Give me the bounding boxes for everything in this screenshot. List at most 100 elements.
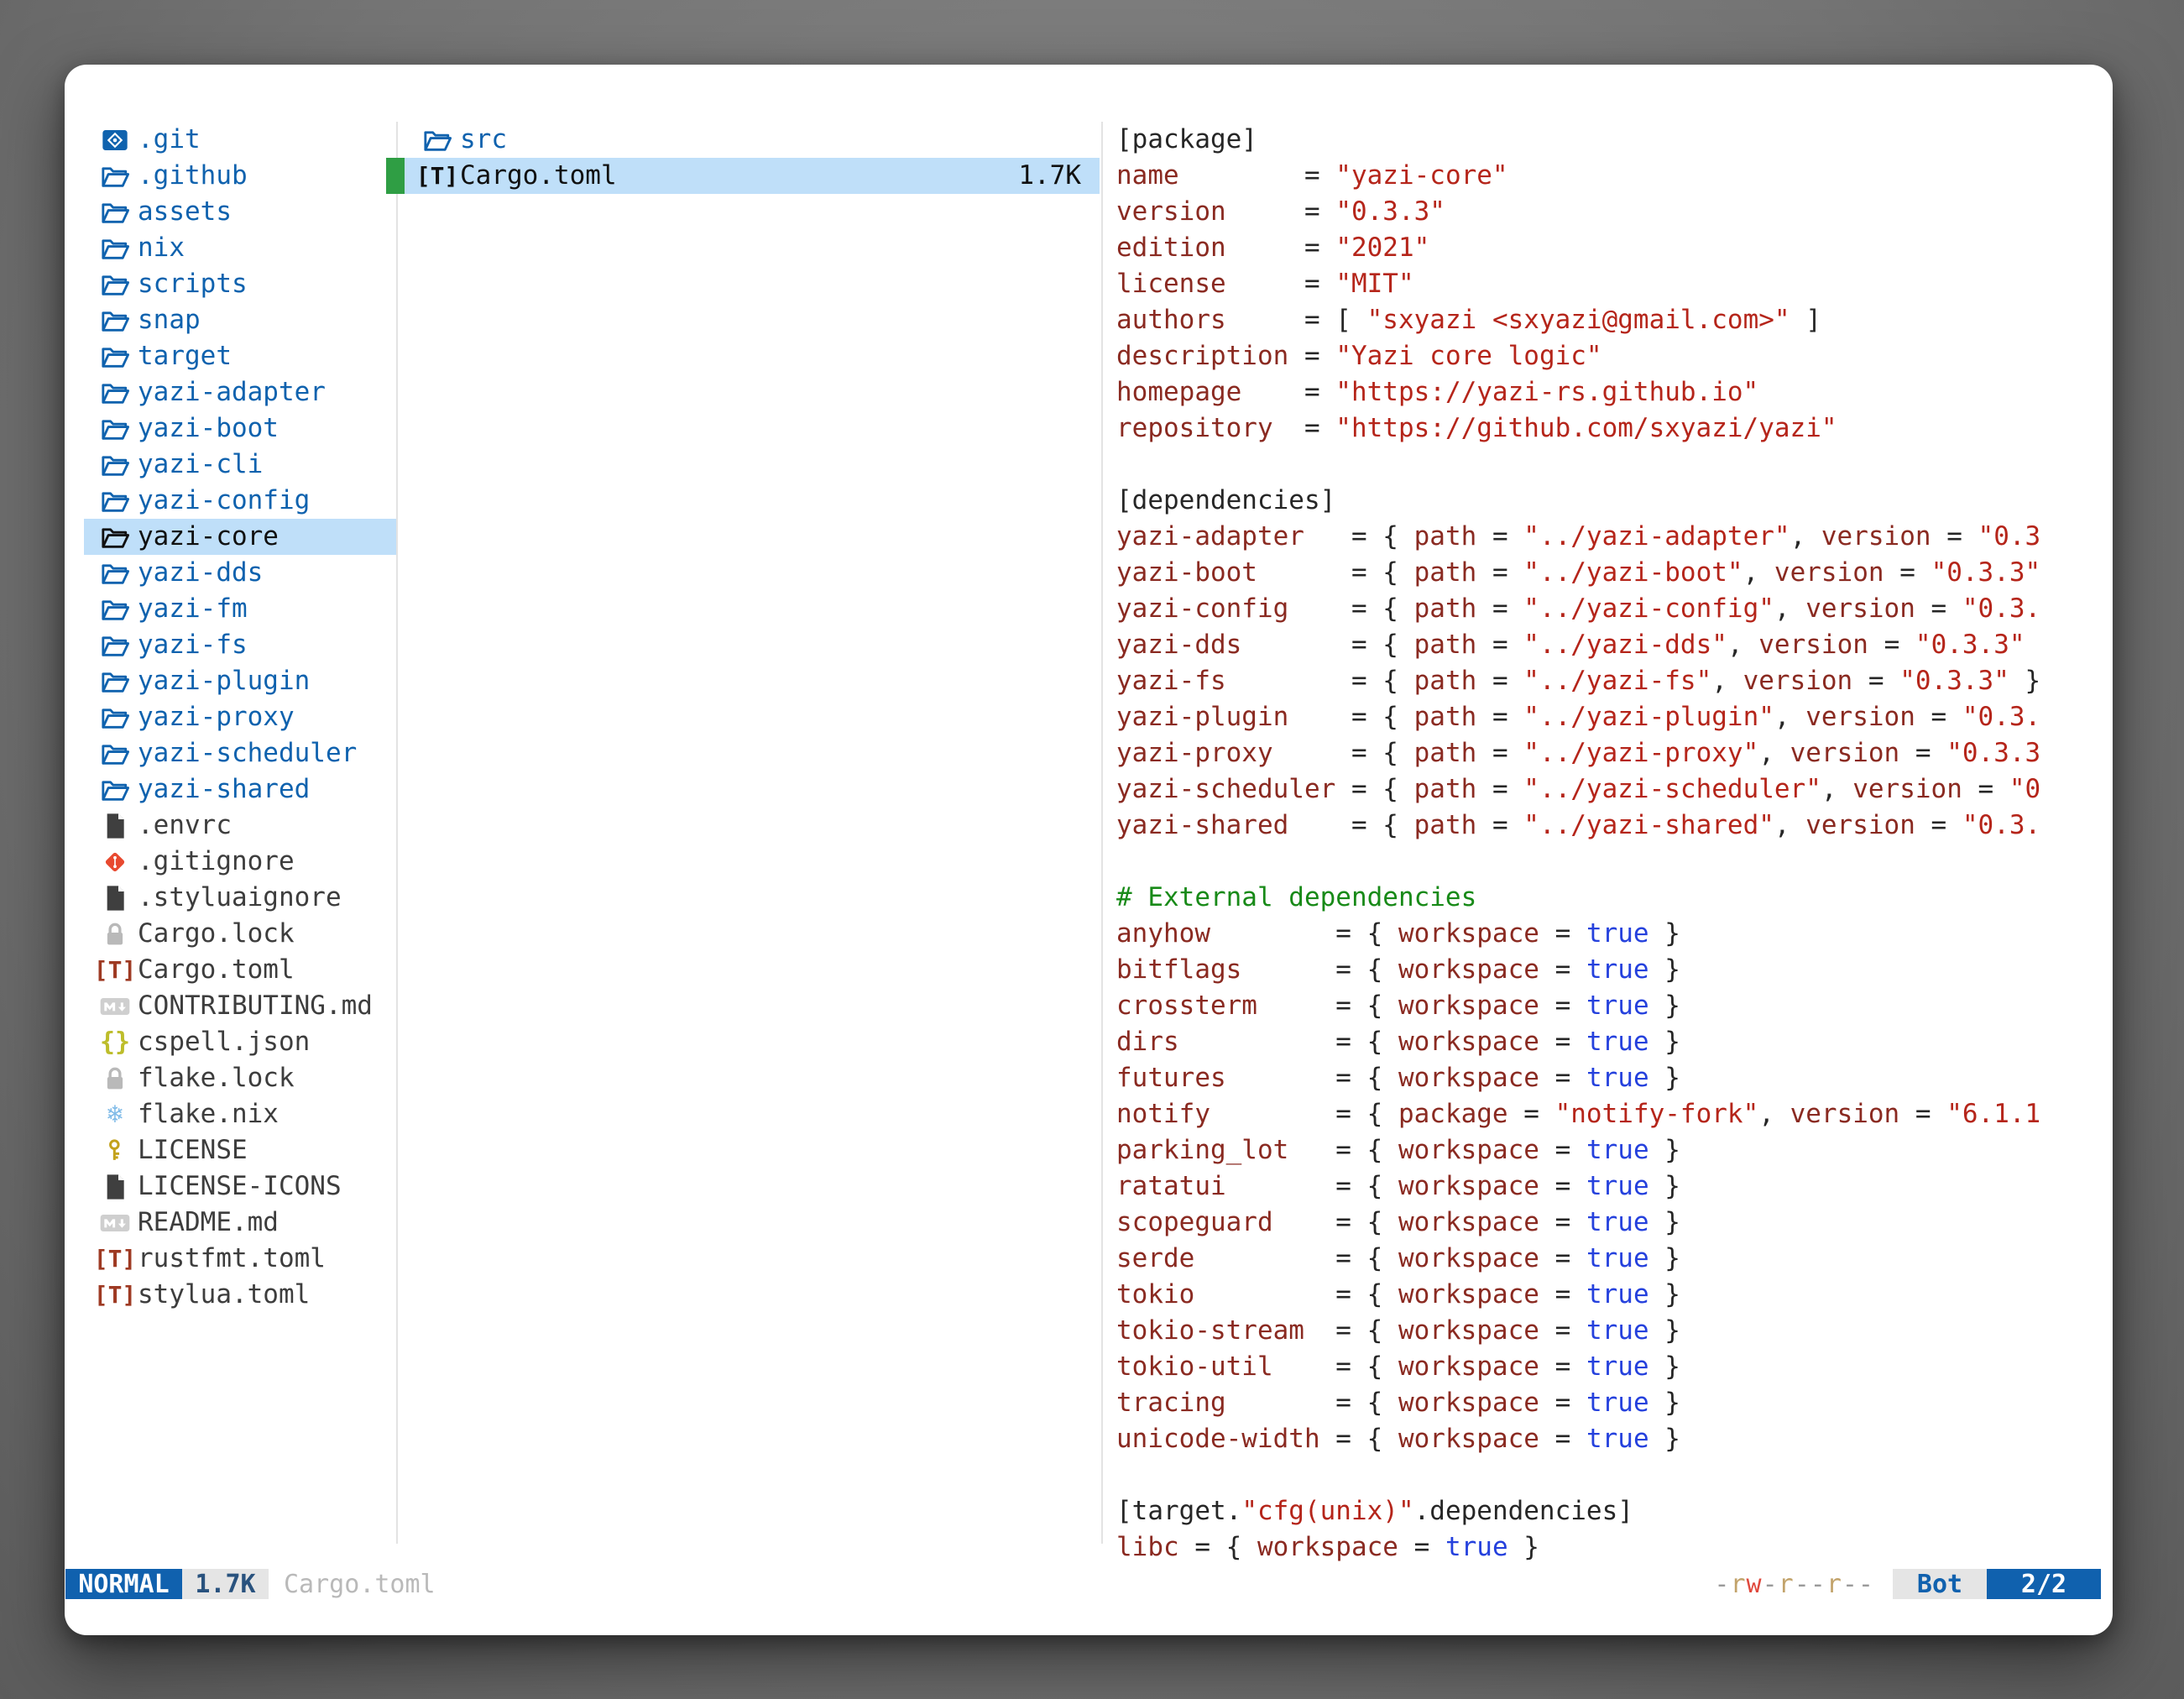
file-name: yazi-dds xyxy=(138,555,263,591)
preview-line: yazi-proxy = { path = "../yazi-proxy", v… xyxy=(1116,735,2105,771)
preview-blank-line xyxy=(1116,447,2105,483)
mode-indicator: NORMAL xyxy=(65,1569,182,1599)
parent-item-LICENSE[interactable]: LICENSE xyxy=(84,1132,396,1168)
folder-open-icon xyxy=(99,774,131,806)
file-name: .github xyxy=(138,158,248,194)
preview-line: anyhow = { workspace = true } xyxy=(1116,916,2105,952)
file-name: yazi-cli xyxy=(138,447,263,483)
preview-line: repository = "https://github.com/sxyazi/… xyxy=(1116,410,2105,447)
md-icon xyxy=(99,1207,131,1239)
folder-open-icon xyxy=(99,196,131,228)
preview-line: # External dependencies xyxy=(1116,880,2105,916)
preview-line: tracing = { workspace = true } xyxy=(1116,1385,2105,1421)
parent-item-Cargo.toml[interactable]: [T]Cargo.toml xyxy=(84,952,396,988)
scroll-position-indicator: Bot xyxy=(1893,1569,1987,1599)
preview-line: futures = { workspace = true } xyxy=(1116,1060,2105,1096)
file-name: yazi-adapter xyxy=(138,374,326,410)
parent-item-yazi-fm[interactable]: yazi-fm xyxy=(84,591,396,627)
parent-item-.envrc[interactable]: .envrc xyxy=(84,808,396,844)
file-size-indicator: 1.7K xyxy=(182,1569,269,1599)
preview-line: yazi-config = { path = "../yazi-config",… xyxy=(1116,591,2105,627)
file-name: nix xyxy=(138,230,185,266)
parent-item-Cargo.lock[interactable]: Cargo.lock xyxy=(84,916,396,952)
preview-line: yazi-dds = { path = "../yazi-dds", versi… xyxy=(1116,627,2105,663)
current-item-Cargo.toml[interactable]: [T]Cargo.toml1.7K xyxy=(386,158,1100,194)
preview-line: tokio-stream = { workspace = true } xyxy=(1116,1313,2105,1349)
parent-item-README.md[interactable]: README.md xyxy=(84,1205,396,1241)
cursor-marker xyxy=(386,158,405,194)
preview-line: [dependencies] xyxy=(1116,483,2105,519)
file-name: Cargo.toml xyxy=(460,158,617,194)
file-name: .styluaignore xyxy=(138,880,342,916)
preview-line: dirs = { workspace = true } xyxy=(1116,1024,2105,1060)
preview-line: [target."cfg(unix)".dependencies] xyxy=(1116,1493,2105,1529)
file-name: snap xyxy=(138,302,201,338)
parent-item-yazi-config[interactable]: yazi-config xyxy=(84,483,396,519)
preview-line: version = "0.3.3" xyxy=(1116,194,2105,230)
current-item-src[interactable]: src xyxy=(386,122,1100,158)
parent-item-yazi-dds[interactable]: yazi-dds xyxy=(84,555,396,591)
file-preview-pane[interactable]: [package]name = "yazi-core"version = "0.… xyxy=(1116,122,2105,1566)
parent-item-scripts[interactable]: scripts xyxy=(84,266,396,302)
parent-item-yazi-shared[interactable]: yazi-shared xyxy=(84,771,396,808)
preview-blank-line xyxy=(1116,844,2105,880)
pane-divider-left xyxy=(396,122,398,1544)
parent-item-yazi-cli[interactable]: yazi-cli xyxy=(84,447,396,483)
file-icon xyxy=(99,882,131,914)
folder-open-icon xyxy=(99,630,131,661)
folder-open-icon xyxy=(99,269,131,301)
preview-line: parking_lot = { workspace = true } xyxy=(1116,1132,2105,1168)
file-name: Cargo.toml xyxy=(138,952,295,988)
parent-item-.styluaignore[interactable]: .styluaignore xyxy=(84,880,396,916)
parent-item-rustfmt.toml[interactable]: [T]rustfmt.toml xyxy=(84,1241,396,1277)
parent-item-CONTRIBUTING.md[interactable]: CONTRIBUTING.md xyxy=(84,988,396,1024)
parent-item-yazi-proxy[interactable]: yazi-proxy xyxy=(84,699,396,735)
parent-item-target[interactable]: target xyxy=(84,338,396,374)
folder-open-icon xyxy=(99,233,131,264)
file-icon xyxy=(99,1171,131,1203)
file-name: src xyxy=(460,122,507,158)
parent-item-snap[interactable]: snap xyxy=(84,302,396,338)
parent-directory-pane: .git.githubassetsnixscriptssnaptargetyaz… xyxy=(84,122,396,1313)
folder-open-icon xyxy=(99,449,131,481)
parent-item-flake.nix[interactable]: ❄flake.nix xyxy=(84,1096,396,1132)
parent-item-cspell.json[interactable]: {}cspell.json xyxy=(84,1024,396,1060)
file-name: .envrc xyxy=(138,808,232,844)
marker-slot xyxy=(386,122,405,158)
preview-line: yazi-plugin = { path = "../yazi-plugin",… xyxy=(1116,699,2105,735)
parent-item-flake.lock[interactable]: flake.lock xyxy=(84,1060,396,1096)
parent-item-.github[interactable]: .github xyxy=(84,158,396,194)
preview-line: libc = { workspace = true } xyxy=(1116,1529,2105,1566)
preview-line: license = "MIT" xyxy=(1116,266,2105,302)
parent-item-yazi-boot[interactable]: yazi-boot xyxy=(84,410,396,447)
parent-item-yazi-adapter[interactable]: yazi-adapter xyxy=(84,374,396,410)
parent-item-LICENSE-ICONS[interactable]: LICENSE-ICONS xyxy=(84,1168,396,1205)
parent-item-stylua.toml[interactable]: [T]stylua.toml xyxy=(84,1277,396,1313)
preview-line: scopeguard = { workspace = true } xyxy=(1116,1205,2105,1241)
file-name: scripts xyxy=(138,266,248,302)
file-name: LICENSE xyxy=(138,1132,248,1168)
parent-item-yazi-core[interactable]: yazi-core xyxy=(84,519,396,555)
status-filename: Cargo.toml xyxy=(284,1569,436,1599)
file-permissions: -rw-r--r-- xyxy=(1714,1569,1874,1599)
parent-item-.git[interactable]: .git xyxy=(84,122,396,158)
folder-open-icon xyxy=(99,341,131,373)
folder-open-icon xyxy=(99,738,131,770)
parent-item-yazi-scheduler[interactable]: yazi-scheduler xyxy=(84,735,396,771)
parent-item-assets[interactable]: assets xyxy=(84,194,396,230)
folder-open-icon xyxy=(99,305,131,337)
parent-item-yazi-fs[interactable]: yazi-fs xyxy=(84,627,396,663)
folder-open-icon xyxy=(99,521,131,553)
current-directory-pane: src[T]Cargo.toml1.7K xyxy=(386,122,1100,194)
toml-icon: [T] xyxy=(99,1279,131,1311)
file-name: yazi-boot xyxy=(138,410,279,447)
toml-icon: [T] xyxy=(99,1243,131,1275)
file-name: target xyxy=(138,338,232,374)
preview-line: crossterm = { workspace = true } xyxy=(1116,988,2105,1024)
file-name: stylua.toml xyxy=(138,1277,310,1313)
parent-item-.gitignore[interactable]: .gitignore xyxy=(84,844,396,880)
preview-line: authors = [ "sxyazi <sxyazi@gmail.com>" … xyxy=(1116,302,2105,338)
parent-item-yazi-plugin[interactable]: yazi-plugin xyxy=(84,663,396,699)
toml-icon: [T] xyxy=(99,954,131,986)
parent-item-nix[interactable]: nix xyxy=(84,230,396,266)
